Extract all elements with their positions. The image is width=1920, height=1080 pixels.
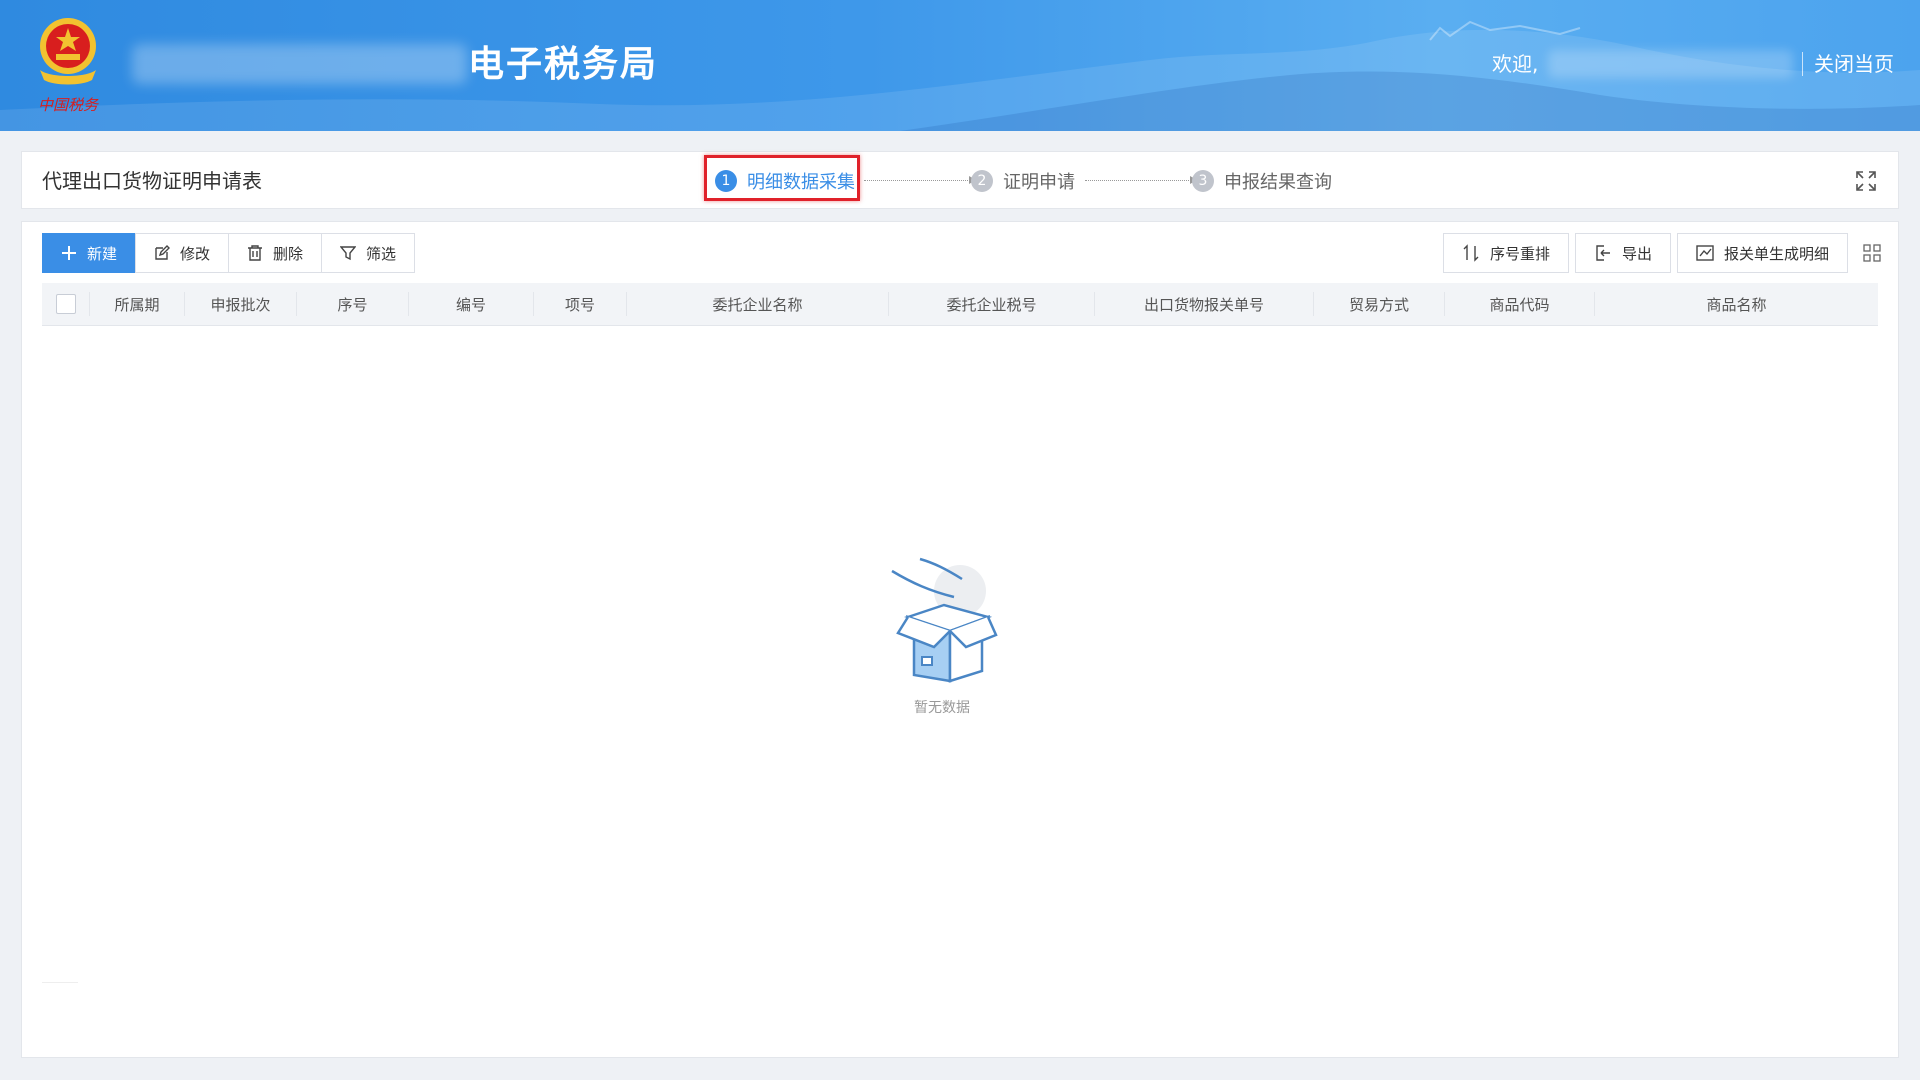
reorder-button[interactable]: 序号重排 (1442, 233, 1569, 273)
empty-box-icon (891, 557, 998, 683)
main-panel: 新建 修改 删除 筛选 序号重排 导出 报关单生成明细 所属期 申报批次 序号 … (21, 221, 1899, 1058)
empty-state: 暂无数据 (872, 549, 1012, 717)
tax-emblem-logo: 中国税务 (38, 18, 100, 114)
new-button[interactable]: 新建 (42, 233, 137, 273)
edit-icon (155, 245, 171, 260)
column-header[interactable]: 申报批次 (185, 292, 297, 316)
trash-icon (248, 245, 263, 261)
emblem-text: 中国税务 (38, 96, 100, 114)
column-header[interactable]: 出口货物报关单号 (1095, 292, 1314, 316)
toolbar-right: 序号重排 导出 报关单生成明细 (1437, 233, 1882, 273)
sort-icon (1463, 244, 1479, 262)
column-header[interactable]: 贸易方式 (1314, 292, 1445, 316)
column-header[interactable]: 编号 (409, 292, 534, 316)
step-detail-collection[interactable]: 1 明细数据采集 (715, 167, 855, 195)
column-settings-icon[interactable] (1862, 243, 1882, 263)
delete-button[interactable]: 删除 (228, 233, 323, 273)
step-label: 证明申请 (1003, 172, 1075, 193)
step-connector (1085, 176, 1197, 184)
filter-button[interactable]: 筛选 (321, 233, 416, 273)
export-button[interactable]: 导出 (1574, 233, 1671, 273)
column-header[interactable]: 商品名称 (1595, 292, 1878, 316)
filter-label: 筛选 (366, 244, 397, 263)
user-name-blurred (1548, 50, 1793, 78)
step-number: 1 (715, 170, 737, 192)
column-header[interactable]: 所属期 (90, 292, 185, 316)
reorder-label: 序号重排 (1489, 244, 1550, 263)
edit-button[interactable]: 修改 (135, 233, 230, 273)
column-header[interactable]: 序号 (297, 292, 409, 316)
table-footer-line (42, 982, 78, 983)
step-result-query[interactable]: 3 申报结果查询 (1192, 167, 1332, 195)
welcome-text: 欢迎, (1492, 52, 1539, 76)
chart-icon (1696, 245, 1714, 261)
site-title: 电子税务局 (468, 44, 659, 85)
column-header[interactable]: 委托企业名称 (627, 292, 889, 316)
edit-label: 修改 (180, 244, 211, 263)
delete-label: 删除 (273, 244, 304, 263)
generate-detail-button[interactable]: 报关单生成明细 (1676, 233, 1848, 273)
header-divider (1802, 52, 1803, 76)
step-label: 明细数据采集 (747, 172, 855, 193)
table-header: 所属期 申报批次 序号 编号 项号 委托企业名称 委托企业税号 出口货物报关单号… (42, 283, 1878, 326)
select-all-checkbox[interactable] (55, 294, 76, 314)
column-header[interactable]: 商品代码 (1445, 292, 1595, 316)
filter-icon (340, 246, 357, 261)
generate-label: 报关单生成明细 (1723, 244, 1829, 263)
select-all-cell (42, 292, 90, 316)
new-label: 新建 (87, 244, 118, 263)
step-certificate-application[interactable]: 2 证明申请 (971, 167, 1075, 195)
step-label: 申报结果查询 (1224, 172, 1332, 193)
fullscreen-icon[interactable] (1854, 169, 1878, 193)
close-page-link[interactable]: 关闭当页 (1814, 50, 1894, 78)
step-number: 2 (971, 170, 993, 192)
form-title: 代理出口货物证明申请表 (42, 169, 262, 193)
steps-bar: 代理出口货物证明申请表 1 明细数据采集 2 证明申请 3 申报结果查询 (21, 151, 1899, 209)
app-header: 中国税务 电子税务局 欢迎, 关闭当页 (0, 0, 1920, 131)
plus-icon (62, 246, 76, 260)
site-name-blurred (132, 44, 467, 84)
export-icon (1596, 245, 1610, 261)
step-number: 3 (1192, 170, 1214, 192)
toolbar-left: 新建 修改 删除 筛选 (42, 233, 416, 273)
export-label: 导出 (1621, 244, 1652, 263)
step-connector (864, 176, 976, 184)
empty-text: 暂无数据 (914, 700, 970, 716)
column-header[interactable]: 委托企业税号 (889, 292, 1095, 316)
column-header[interactable]: 项号 (534, 292, 627, 316)
